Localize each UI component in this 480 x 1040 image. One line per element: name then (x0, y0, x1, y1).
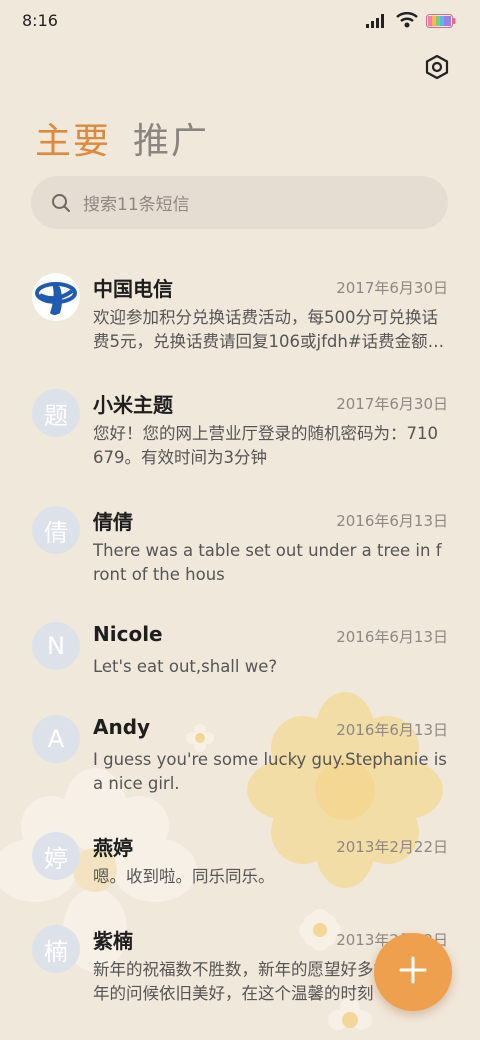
thread-sender: 倩倩 (93, 510, 133, 534)
tab-bar: 主要 推广 (35, 112, 209, 164)
avatar: A (32, 715, 80, 763)
settings-hexagon-icon (424, 54, 450, 84)
thread-preview: 嗯。收到啦。同乐同乐。 (93, 867, 275, 886)
thread-item[interactable]: 题 小米主题 2017年6月30日 您好！您的网上营业厅登录的随机密码为：710… (0, 389, 480, 499)
signal-icon (366, 13, 388, 32)
thread-date: 2013年2月22日 (336, 838, 448, 856)
avatar: N (32, 622, 80, 670)
thread-sender: Andy (93, 715, 151, 739)
thread-date: 2017年6月30日 (336, 395, 448, 413)
thread-sender: 燕婷 (93, 836, 133, 860)
status-bar: 8:16 (0, 0, 480, 42)
thread-date: 2016年6月13日 (336, 721, 448, 739)
thread-preview: I guess you're some lucky guy.Stephanie … (93, 750, 447, 793)
battery-icon (426, 13, 456, 32)
settings-button[interactable] (422, 54, 452, 84)
thread-preview: 欢迎参加积分兑换话费活动，每500分可兑换话费5元，兑换话费请回复106或jfd… (93, 308, 445, 351)
search-bar[interactable]: 搜索11条短信 (31, 176, 448, 229)
thread-sender: 中国电信 (93, 277, 173, 301)
status-time: 8:16 (22, 11, 58, 30)
new-message-button[interactable] (374, 933, 452, 1011)
search-icon (51, 193, 71, 213)
thread-date: 2017年6月30日 (336, 279, 448, 297)
tab-promotions[interactable]: 推广 (133, 112, 209, 164)
thread-item[interactable]: 倩 倩倩 2016年6月13日 There was a table set ou… (0, 506, 480, 616)
thread-date: 2016年6月13日 (336, 628, 448, 646)
china-telecom-logo (32, 273, 80, 321)
thread-sender: 紫楠 (93, 929, 133, 953)
status-icons (366, 12, 456, 32)
wifi-icon (396, 12, 418, 32)
plus-icon (399, 956, 427, 988)
thread-date: 2016年6月13日 (336, 512, 448, 530)
avatar: 题 (32, 389, 80, 437)
tab-primary[interactable]: 主要 (35, 112, 111, 164)
search-input[interactable]: 搜索11条短信 (83, 190, 190, 215)
avatar: 楠 (32, 925, 80, 973)
thread-preview: Let's eat out,shall we? (93, 657, 278, 676)
thread-sender: Nicole (93, 622, 163, 646)
thread-item[interactable]: 中国电信 2017年6月30日 欢迎参加积分兑换话费活动，每500分可兑换话费5… (0, 273, 480, 383)
avatar: 倩 (32, 506, 80, 554)
thread-sender: 小米主题 (93, 393, 173, 417)
thread-preview: There was a table set out under a tree i… (93, 541, 442, 584)
thread-preview: 您好！您的网上营业厅登录的随机密码为：710679。有效时间为3分钟 (93, 424, 438, 467)
thread-item[interactable]: A Andy 2016年6月13日 I guess you're some lu… (0, 715, 480, 825)
avatar: 婷 (32, 832, 80, 880)
